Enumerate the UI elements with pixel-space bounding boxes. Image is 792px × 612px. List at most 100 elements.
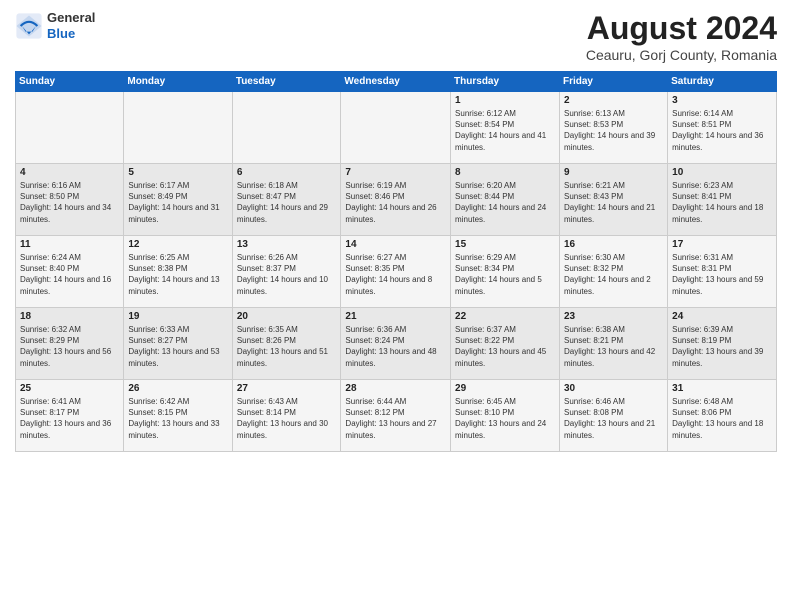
day-info: Sunrise: 6:31 AM Sunset: 8:31 PM Dayligh… <box>672 252 772 297</box>
day-number: 26 <box>128 383 227 394</box>
col-sunday: Sunday <box>16 72 124 92</box>
day-cell: 17 Sunrise: 6:31 AM Sunset: 8:31 PM Dayli… <box>668 236 777 308</box>
day-info: Sunrise: 6:29 AM Sunset: 8:34 PM Dayligh… <box>455 252 555 297</box>
day-cell: 25Sunrise: 6:41 AM Sunset: 8:17 PM Dayli… <box>16 380 124 452</box>
day-cell: 12Sunrise: 6:25 AM Sunset: 8:38 PM Dayli… <box>124 236 232 308</box>
day-info: Sunrise: 6:43 AM Sunset: 8:14 PM Dayligh… <box>237 396 337 441</box>
day-cell: 7 Sunrise: 6:19 AM Sunset: 8:46 PM Daylig… <box>341 164 451 236</box>
day-info: Sunrise: 6:27 AM Sunset: 8:35 PM Dayligh… <box>345 252 446 297</box>
day-number: 20 <box>237 311 337 322</box>
day-number: 6 <box>237 167 337 178</box>
day-cell: 10 Sunrise: 6:23 AM Sunset: 8:41 PM Dayli… <box>668 164 777 236</box>
day-cell: 22Sunrise: 6:37 AM Sunset: 8:22 PM Dayli… <box>451 308 560 380</box>
day-info: Sunrise: 6:13 AM Sunset: 8:53 PM Dayligh… <box>564 108 663 153</box>
day-info: Sunrise: 6:46 AM Sunset: 8:08 PM Dayligh… <box>564 396 663 441</box>
day-number: 21 <box>345 311 446 322</box>
day-info: Sunrise: 6:16 AM Sunset: 8:50 PM Dayligh… <box>20 180 119 225</box>
col-monday: Monday <box>124 72 232 92</box>
day-cell: 28 Sunrise: 6:44 AM Sunset: 8:12 PM Dayli… <box>341 380 451 452</box>
day-info: Sunrise: 6:42 AM Sunset: 8:15 PM Dayligh… <box>128 396 227 441</box>
day-cell: 19 Sunrise: 6:33 AM Sunset: 8:27 PM Dayli… <box>124 308 232 380</box>
day-number: 10 <box>672 167 772 178</box>
day-number: 29 <box>455 383 555 394</box>
day-info: Sunrise: 6:37 AM Sunset: 8:22 PM Dayligh… <box>455 324 555 369</box>
day-info: Sunrise: 6:24 AM Sunset: 8:40 PM Dayligh… <box>20 252 119 297</box>
day-info: Sunrise: 6:48 AM Sunset: 8:06 PM Dayligh… <box>672 396 772 441</box>
day-cell: 26 Sunrise: 6:42 AM Sunset: 8:15 PM Dayli… <box>124 380 232 452</box>
day-number: 19 <box>128 311 227 322</box>
page: General Blue August 2024 Ceauru, Gorj Co… <box>0 0 792 612</box>
day-number: 1 <box>455 95 555 106</box>
day-cell: 1 Sunrise: 6:12 AM Sunset: 8:54 PM Daylig… <box>451 92 560 164</box>
main-title: August 2024 <box>586 10 777 47</box>
day-info: Sunrise: 6:14 AM Sunset: 8:51 PM Dayligh… <box>672 108 772 153</box>
header-row: Sunday Monday Tuesday Wednesday Thursday… <box>16 72 777 92</box>
day-number: 3 <box>672 95 772 106</box>
calendar-body: 1 Sunrise: 6:12 AM Sunset: 8:54 PM Daylig… <box>16 92 777 452</box>
day-cell: 16Sunrise: 6:30 AM Sunset: 8:32 PM Dayli… <box>559 236 667 308</box>
week-row-2: 11Sunrise: 6:24 AM Sunset: 8:40 PM Dayli… <box>16 236 777 308</box>
day-info: Sunrise: 6:33 AM Sunset: 8:27 PM Dayligh… <box>128 324 227 369</box>
day-info: Sunrise: 6:23 AM Sunset: 8:41 PM Dayligh… <box>672 180 772 225</box>
day-cell: 8 Sunrise: 6:20 AM Sunset: 8:44 PM Daylig… <box>451 164 560 236</box>
logo-text: General Blue <box>47 10 95 41</box>
day-info: Sunrise: 6:21 AM Sunset: 8:43 PM Dayligh… <box>564 180 663 225</box>
day-number: 5 <box>128 167 227 178</box>
day-number: 30 <box>564 383 663 394</box>
header: General Blue August 2024 Ceauru, Gorj Co… <box>15 10 777 63</box>
week-row-1: 4Sunrise: 6:16 AM Sunset: 8:50 PM Daylig… <box>16 164 777 236</box>
day-cell <box>232 92 341 164</box>
day-cell: 14 Sunrise: 6:27 AM Sunset: 8:35 PM Dayli… <box>341 236 451 308</box>
day-cell: 27Sunrise: 6:43 AM Sunset: 8:14 PM Dayli… <box>232 380 341 452</box>
day-number: 13 <box>237 239 337 250</box>
col-thursday: Thursday <box>451 72 560 92</box>
day-info: Sunrise: 6:18 AM Sunset: 8:47 PM Dayligh… <box>237 180 337 225</box>
day-cell: 24Sunrise: 6:39 AM Sunset: 8:19 PM Dayli… <box>668 308 777 380</box>
day-cell: 30 Sunrise: 6:46 AM Sunset: 8:08 PM Dayli… <box>559 380 667 452</box>
day-number: 15 <box>455 239 555 250</box>
day-cell: 9 Sunrise: 6:21 AM Sunset: 8:43 PM Daylig… <box>559 164 667 236</box>
day-cell: 20Sunrise: 6:35 AM Sunset: 8:26 PM Dayli… <box>232 308 341 380</box>
col-tuesday: Tuesday <box>232 72 341 92</box>
day-cell: 18 Sunrise: 6:32 AM Sunset: 8:29 PM Dayli… <box>16 308 124 380</box>
week-row-4: 25Sunrise: 6:41 AM Sunset: 8:17 PM Dayli… <box>16 380 777 452</box>
col-friday: Friday <box>559 72 667 92</box>
day-info: Sunrise: 6:26 AM Sunset: 8:37 PM Dayligh… <box>237 252 337 297</box>
day-info: Sunrise: 6:25 AM Sunset: 8:38 PM Dayligh… <box>128 252 227 297</box>
logo-general: General <box>47 10 95 26</box>
calendar-table: Sunday Monday Tuesday Wednesday Thursday… <box>15 71 777 452</box>
day-number: 18 <box>20 311 119 322</box>
day-number: 8 <box>455 167 555 178</box>
day-cell: 6 Sunrise: 6:18 AM Sunset: 8:47 PM Daylig… <box>232 164 341 236</box>
day-info: Sunrise: 6:20 AM Sunset: 8:44 PM Dayligh… <box>455 180 555 225</box>
day-number: 31 <box>672 383 772 394</box>
day-info: Sunrise: 6:36 AM Sunset: 8:24 PM Dayligh… <box>345 324 446 369</box>
day-cell <box>16 92 124 164</box>
day-cell: 15 Sunrise: 6:29 AM Sunset: 8:34 PM Dayli… <box>451 236 560 308</box>
day-cell <box>341 92 451 164</box>
col-saturday: Saturday <box>668 72 777 92</box>
day-number: 24 <box>672 311 772 322</box>
day-number: 9 <box>564 167 663 178</box>
day-cell: 5Sunrise: 6:17 AM Sunset: 8:49 PM Daylig… <box>124 164 232 236</box>
day-info: Sunrise: 6:44 AM Sunset: 8:12 PM Dayligh… <box>345 396 446 441</box>
day-number: 7 <box>345 167 446 178</box>
day-info: Sunrise: 6:19 AM Sunset: 8:46 PM Dayligh… <box>345 180 446 225</box>
day-info: Sunrise: 6:12 AM Sunset: 8:54 PM Dayligh… <box>455 108 555 153</box>
day-cell: 29 Sunrise: 6:45 AM Sunset: 8:10 PM Dayli… <box>451 380 560 452</box>
title-area: August 2024 Ceauru, Gorj County, Romania <box>586 10 777 63</box>
day-info: Sunrise: 6:32 AM Sunset: 8:29 PM Dayligh… <box>20 324 119 369</box>
day-number: 14 <box>345 239 446 250</box>
day-cell: 31 Sunrise: 6:48 AM Sunset: 8:06 PM Dayli… <box>668 380 777 452</box>
day-info: Sunrise: 6:45 AM Sunset: 8:10 PM Dayligh… <box>455 396 555 441</box>
logo-blue: Blue <box>47 26 95 42</box>
day-info: Sunrise: 6:30 AM Sunset: 8:32 PM Dayligh… <box>564 252 663 297</box>
calendar-header: Sunday Monday Tuesday Wednesday Thursday… <box>16 72 777 92</box>
week-row-0: 1 Sunrise: 6:12 AM Sunset: 8:54 PM Daylig… <box>16 92 777 164</box>
day-number: 17 <box>672 239 772 250</box>
day-cell <box>124 92 232 164</box>
day-number: 25 <box>20 383 119 394</box>
sub-title: Ceauru, Gorj County, Romania <box>586 47 777 63</box>
day-number: 23 <box>564 311 663 322</box>
day-number: 28 <box>345 383 446 394</box>
